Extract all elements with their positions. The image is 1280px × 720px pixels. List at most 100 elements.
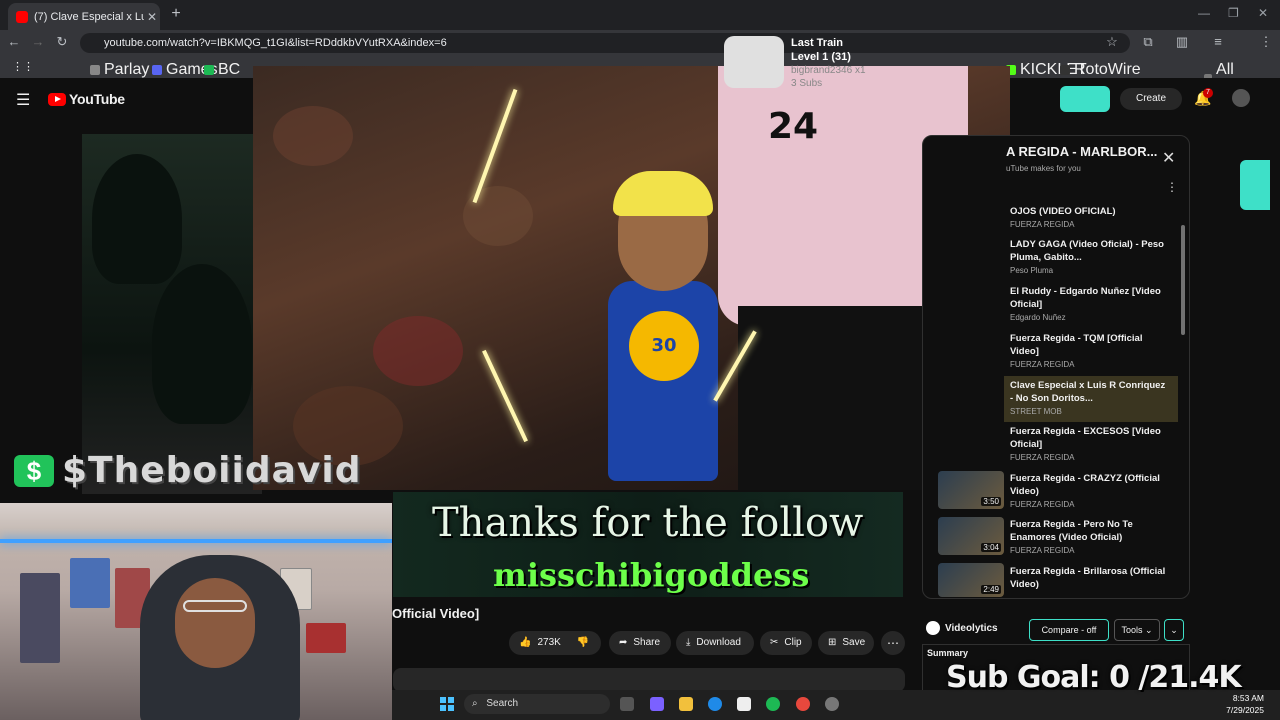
close-tab-icon[interactable]: ✕	[144, 10, 160, 24]
avatar[interactable]	[1232, 89, 1250, 107]
playlist-menu-icon[interactable]: ⋮	[1166, 180, 1178, 194]
glasses	[183, 600, 247, 612]
compare-toggle[interactable]: Compare - off	[1029, 619, 1109, 641]
item-title: Fuerza Regida - TQM [Official Video]	[1010, 333, 1143, 357]
close-icon[interactable]: ✕	[1162, 148, 1175, 168]
item-title: LADY GAGA (Video Oficial) - Peso Pluma, …	[1010, 239, 1164, 263]
like-button[interactable]: 👍 273K 👎	[509, 631, 601, 655]
thumbs-up-icon: 👍	[519, 637, 532, 648]
forward-icon[interactable]: →	[30, 34, 46, 49]
sidepanel-icon[interactable]: ▥	[1174, 34, 1190, 50]
like-count: 273K	[537, 637, 561, 648]
list-item-current[interactable]: Clave Especial x Luis R Conriquez - No S…	[1010, 379, 1170, 416]
video-thumbnail[interactable]: 2:49	[938, 563, 1004, 597]
tools-dropdown[interactable]: Tools ⌄	[1114, 619, 1160, 641]
save-label: Save	[842, 637, 866, 648]
bookmark-label: Parlay	[104, 61, 150, 78]
chrome-icon[interactable]	[796, 697, 810, 711]
playlist-scroll-thumb[interactable]	[1181, 225, 1185, 335]
file-explorer-icon[interactable]	[679, 697, 693, 711]
youtube-favicon-icon	[16, 10, 28, 23]
list-item[interactable]: LADY GAGA (Video Oficial) - Peso Pluma, …	[1010, 238, 1170, 275]
videolytics-icon	[926, 621, 940, 635]
obs-icon[interactable]	[825, 697, 839, 711]
more-actions-icon[interactable]: ⋯	[881, 631, 905, 655]
download-button[interactable]: ⤓ Download	[676, 631, 754, 655]
item-title: El Ruddy - Edgardo Nuñez [Video Oficial]	[1010, 286, 1161, 310]
list-item[interactable]: Fuerza Regida - Pero No Te Enamores (Vid…	[1010, 518, 1170, 555]
hamburger-menu-icon[interactable]: ☰	[16, 90, 30, 110]
cashtag-overlay: $ $Theboiidavid	[14, 450, 361, 491]
system-clock[interactable]: 8:53 AM 7/29/2025	[1216, 692, 1264, 716]
youtube-play-icon	[48, 92, 66, 106]
video-thumbnail[interactable]: 3:50	[938, 471, 1004, 509]
list-item[interactable]: El Ruddy - Edgardo Nuñez [Video Oficial]…	[1010, 285, 1170, 322]
maximize-icon[interactable]: ❐	[1228, 6, 1239, 20]
list-item[interactable]: Fuerza Regida - TQM [Official Video] FUE…	[1010, 332, 1170, 369]
bookmark-rotowire[interactable]: RotoWire	[1060, 61, 1141, 79]
clock-date: 7/29/2025	[1226, 705, 1264, 715]
clip-button[interactable]: ✂ Clip	[760, 631, 812, 655]
extensions-icon[interactable]: ⧉	[1140, 34, 1156, 50]
media-icon[interactable]: ≡	[1210, 34, 1226, 49]
webcam-overlay	[0, 503, 392, 720]
url-text: youtube.com/watch?v=IBKMQG_t1GI&list=RDd…	[104, 37, 447, 49]
extension-side-tab[interactable]	[1240, 160, 1270, 210]
back-icon[interactable]: ←	[6, 34, 22, 49]
address-bar[interactable]: youtube.com/watch?v=IBKMQG_t1GI&list=RDd…	[80, 33, 1130, 53]
bookmark-star-icon[interactable]: ☆	[1104, 34, 1120, 50]
create-button[interactable]: Create	[1120, 88, 1182, 110]
train-icon	[724, 36, 784, 88]
player-hair	[613, 171, 713, 216]
browser-tab[interactable]: (7) Clave Especial x Luis R C ✕	[8, 3, 160, 30]
thumbs-down-icon[interactable]: 👎	[577, 631, 589, 655]
new-tab-icon[interactable]: +	[168, 6, 184, 22]
taskbar-search[interactable]: ⌕ Search	[464, 694, 610, 714]
copilot-icon[interactable]	[650, 697, 664, 711]
chevron-down-icon[interactable]: ⌄	[1164, 619, 1184, 641]
clip-label: Clip	[784, 637, 802, 648]
reload-icon[interactable]: ↻	[54, 34, 70, 50]
referee-number: 24	[768, 106, 819, 147]
bookmark-label: RotoWire	[1074, 61, 1141, 78]
summary-heading: Summary	[927, 648, 969, 658]
playlist-subtitle: uTube makes for you	[1006, 164, 1081, 173]
video-thumbnail[interactable]: 3:04	[938, 517, 1004, 555]
close-window-icon[interactable]: ✕	[1258, 6, 1268, 20]
apps-icon[interactable]: ⋮⋮	[12, 60, 34, 73]
list-item[interactable]: Fuerza Regida - Brillarosa (Official Vid…	[1010, 565, 1170, 591]
referee-pants	[738, 306, 938, 490]
browser-menu-icon[interactable]: ⋮	[1258, 34, 1274, 50]
browser-tabstrip	[0, 0, 1280, 30]
store-icon[interactable]	[737, 697, 751, 711]
search-icon: ⌕	[472, 698, 478, 709]
list-item[interactable]: Fuerza Regida - CRAZYZ (Official Video) …	[1010, 472, 1170, 509]
item-channel: FUERZA REGIDA	[1010, 453, 1075, 462]
save-button[interactable]: ⊞ Save	[818, 631, 874, 655]
task-view-icon[interactable]	[620, 697, 634, 711]
alert-user: bigbrand2346 x1	[791, 65, 866, 76]
cashtag-text: $Theboiidavid	[62, 450, 362, 491]
edge-icon[interactable]	[708, 697, 722, 711]
item-channel: Edgardo Nuñez	[1010, 313, 1066, 322]
bookmark-bc[interactable]: BC	[204, 61, 240, 79]
list-item[interactable]: Fuerza Regida - EXCESOS [Video Oficial] …	[1010, 425, 1170, 462]
description-box[interactable]	[393, 668, 905, 692]
item-channel: FUERZA REGIDA	[1010, 220, 1075, 229]
ceiling	[0, 503, 392, 541]
item-title: Fuerza Regida - Brillarosa (Official Vid…	[1010, 566, 1166, 590]
spotify-icon[interactable]	[766, 697, 780, 711]
minimize-icon[interactable]: —	[1198, 6, 1210, 20]
windows-start-icon[interactable]	[440, 697, 454, 711]
list-item[interactable]: OJOS (VIDEO OFICIAL) FUERZA REGIDA	[1010, 205, 1170, 229]
youtube-logo[interactable]: YouTube	[48, 91, 125, 107]
extension-button[interactable]	[1060, 86, 1110, 112]
bookmark-parlay[interactable]: Parlay	[90, 61, 149, 79]
stream-video-overlay[interactable]: 30 24	[253, 66, 1010, 490]
follower-name: misschibigoddess	[493, 556, 810, 594]
scissors-icon: ✂	[770, 637, 779, 648]
led-strip	[0, 539, 392, 543]
share-button[interactable]: ➦ Share	[609, 631, 671, 655]
download-icon: ⤓	[686, 637, 691, 648]
search-label: Search	[486, 698, 519, 709]
